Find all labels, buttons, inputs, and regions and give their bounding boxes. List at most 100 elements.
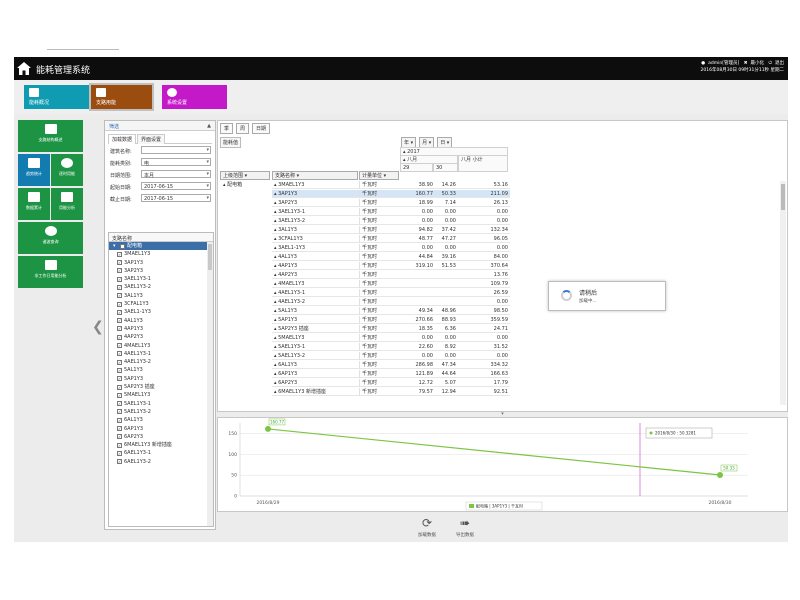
table-row[interactable]: ▴ 4AL1Y3 千瓦时 44.84 39.16 84.00	[272, 253, 510, 261]
table-row[interactable]: ▴ 5AP2Y3 插座 千瓦时 18.35 6.36 24.71	[272, 325, 510, 333]
table-row[interactable]: ▴ 3AEL1-1Y3 千瓦时 0.00 0.00 0.00	[272, 244, 510, 252]
branch-item[interactable]: ✓ 3AP1Y3	[109, 259, 213, 267]
table-row[interactable]: ▴ 3AL1Y3 千瓦时 94.82 37.42 132.34	[272, 226, 510, 234]
minimize-link[interactable]: 最小化	[751, 61, 765, 66]
checkbox[interactable]: ✓	[117, 318, 122, 324]
branch-item[interactable]: ✓ 4AP1Y3	[109, 325, 213, 333]
export-data-button[interactable]: ➠ 导出数据	[448, 516, 482, 538]
table-row[interactable]: ▴ 4AEL1Y3-2 千瓦时 0.00	[272, 298, 510, 306]
view-date-button[interactable]: 日期	[252, 123, 271, 134]
branch-item[interactable]: ✓ 3CFAL1Y3	[109, 300, 213, 308]
branch-item[interactable]: ✓ 6AP2Y3	[109, 433, 213, 441]
branch-item[interactable]: ✓ 4AP2Y3	[109, 333, 213, 341]
module-energy-overview[interactable]: 能耗概况	[24, 85, 89, 109]
category-cell[interactable]: ▴ 配电箱	[220, 181, 242, 188]
table-row[interactable]: ▴ 6AP1Y3 千瓦时 121.89 44.64 166.63	[272, 370, 510, 378]
scroll-thumb[interactable]	[781, 184, 785, 210]
branch-item[interactable]: ✓ 5AL1Y3	[109, 366, 213, 374]
checkbox[interactable]: ✓	[117, 417, 122, 423]
table-row[interactable]: ▴ 3MAEL1Y3 千瓦时 38.90 14.26 53.16	[272, 181, 510, 189]
checkbox[interactable]: ✓	[117, 334, 122, 340]
table-row[interactable]: ▴ 5AP1Y3 千瓦时 270.66 88.93 359.59	[272, 316, 510, 324]
branch-item[interactable]: ✓ 4AEL1Y3-1	[109, 350, 213, 358]
checkbox[interactable]: ✓	[117, 359, 122, 365]
branch-item[interactable]: ✓ 3AL1Y3	[109, 292, 213, 300]
checkbox[interactable]: ✓	[117, 367, 122, 373]
branch-item[interactable]: ✓ 5AEL1Y3-2	[109, 408, 213, 416]
checkbox[interactable]: ✓	[117, 392, 122, 398]
sidebar-item-non-workday[interactable]: 非工作日用能分析	[18, 256, 83, 288]
table-row[interactable]: ▴ 3AEL1Y3-1 千瓦时 0.00 0.00 0.00	[272, 208, 510, 216]
branch-item[interactable]: ✓ 3AP2Y3	[109, 267, 213, 275]
checkbox[interactable]: ✓	[117, 459, 122, 465]
checkbox[interactable]: ✓	[117, 284, 122, 290]
table-row[interactable]: ▴ 3AP2Y3 千瓦时 18.99 7.14 26.13	[272, 199, 510, 207]
checkbox[interactable]: ✓	[117, 260, 122, 266]
checkbox[interactable]: ✓	[117, 409, 122, 415]
branch-list-scrollbar[interactable]	[207, 242, 213, 526]
home-icon[interactable]	[17, 62, 31, 75]
date-range-select[interactable]: 本月 ▾	[141, 170, 211, 179]
checkbox[interactable]: ✓	[117, 376, 122, 382]
table-row[interactable]: ▴ 4AP1Y3 千瓦时 319.10 51.53 370.64	[272, 262, 510, 270]
sidebar-item-branch-structure[interactable]: 支路结构概述	[18, 120, 83, 152]
branch-item[interactable]: ✓ 3MAEL1Y3	[109, 250, 213, 258]
collapse-arrow-icon[interactable]: ❮	[92, 319, 104, 335]
load-data-button[interactable]: ⟳ 加载数据	[410, 516, 444, 538]
branch-item[interactable]: ✓ 3AEL1Y3-1	[109, 275, 213, 283]
checkbox[interactable]: ✓	[117, 351, 122, 357]
sidebar-item-energy-analysis[interactable]: 用能分析	[51, 188, 83, 220]
checkbox[interactable]: ✓	[117, 434, 122, 440]
table-row[interactable]: ▴ 4AEL1Y3-1 千瓦时 26.59	[272, 289, 510, 297]
checkbox[interactable]: ✓	[117, 401, 122, 407]
branch-item[interactable]: ✓ 5AEL1Y3-1	[109, 400, 213, 408]
branch-item[interactable]: ✓ 5AP1Y3	[109, 375, 213, 383]
module-system-settings[interactable]: 系统设置	[162, 85, 227, 109]
branch-item[interactable]: ✓ 6AL1Y3	[109, 416, 213, 424]
row-field-unit[interactable]: 计量单位 ▾	[359, 171, 399, 180]
branch-item[interactable]: ✓ 3AEL1-1Y3	[109, 308, 213, 316]
start-date-input[interactable]: 2017-06-15 ▾	[141, 182, 211, 190]
tab-load-data[interactable]: 加载数据	[108, 134, 137, 144]
table-row[interactable]: ▴ 4AP2Y3 千瓦时 13.76	[272, 271, 510, 279]
checkbox[interactable]: ✓	[117, 384, 122, 390]
row-field-parent-scope[interactable]: 上级范围 ▾	[220, 171, 270, 180]
table-row[interactable]: ▴ 5AL1Y3 千瓦时 49.34 48.96 98.50	[272, 307, 510, 315]
table-row[interactable]: ▴ 4MAEL1Y3 千瓦时 109.79	[272, 280, 510, 288]
sidebar-item-harmonic-query[interactable]: 谐波查询	[18, 222, 83, 254]
checkbox[interactable]: ✓	[117, 268, 122, 274]
energy-type-select[interactable]: 电 ▾	[141, 158, 211, 167]
view-week-button[interactable]: 周	[236, 123, 250, 134]
branch-item[interactable]: ✓ 5MAEL1Y3	[109, 391, 213, 399]
branch-item[interactable]: ✓ 6MAEL1Y3 新增插座	[109, 441, 213, 449]
table-row[interactable]: ▴ 5AEL1Y3-2 千瓦时 0.00 0.00 0.00	[272, 352, 510, 360]
branch-item[interactable]: ✓ 4AEL1Y3-2	[109, 358, 213, 366]
branch-item[interactable]: ✓ 5AP2Y3 插座	[109, 383, 213, 391]
logout-link[interactable]: 退出	[775, 61, 784, 66]
view-quarter-button[interactable]: 季	[220, 123, 234, 134]
tab-ui-settings[interactable]: 界面设置	[137, 134, 166, 144]
table-row[interactable]: ▴ 5MAEL1Y3 千瓦时 0.00 0.00 0.00	[272, 334, 510, 342]
branch-item[interactable]: ✓ 6AP1Y3	[109, 425, 213, 433]
collapse-up-icon[interactable]: ▲	[207, 123, 211, 129]
checkbox[interactable]: ✓	[117, 293, 122, 299]
branch-item[interactable]: ✓ 3AEL1Y3-2	[109, 283, 213, 291]
sidebar-item-trend-stats[interactable]: 趋势统计	[18, 154, 50, 186]
branch-item[interactable]: ✓ 4MAEL1Y3	[109, 342, 213, 350]
checkbox[interactable]: ✓	[117, 276, 122, 282]
sidebar-item-hourly-energy[interactable]: 逐时用能	[51, 154, 83, 186]
checkbox[interactable]: ✓	[117, 309, 122, 315]
checkbox[interactable]: ✓	[117, 442, 122, 448]
branch-tree-root[interactable]: ▾ ✓ 配电箱	[109, 242, 213, 251]
branch-item[interactable]: ✓ 6AEL1Y3-1	[109, 449, 213, 457]
table-row[interactable]: ▴ 6AL1Y3 千瓦时 286.98 47.34 334.32	[272, 361, 510, 369]
building-select[interactable]: ▾	[141, 146, 211, 154]
module-branch-energy[interactable]: 支路用能	[89, 83, 154, 111]
table-row[interactable]: ▴ 3AEL1Y3-2 千瓦时 0.00 0.00 0.00	[272, 217, 510, 225]
end-date-input[interactable]: 2017-06-15 ▾	[141, 194, 211, 202]
table-row[interactable]: ▴ 6AP2Y3 千瓦时 12.72 5.07 17.79	[272, 379, 510, 387]
checkbox[interactable]: ✓	[117, 326, 122, 332]
table-row[interactable]: ▴ 6MAEL1Y3 新增插座 千瓦时 79.57 12.94 92.51	[272, 388, 510, 396]
table-row[interactable]: ▴ 3AP1Y3 千瓦时 160.77 50.33 211.09	[272, 190, 510, 198]
checkbox[interactable]: ✓	[117, 251, 122, 257]
